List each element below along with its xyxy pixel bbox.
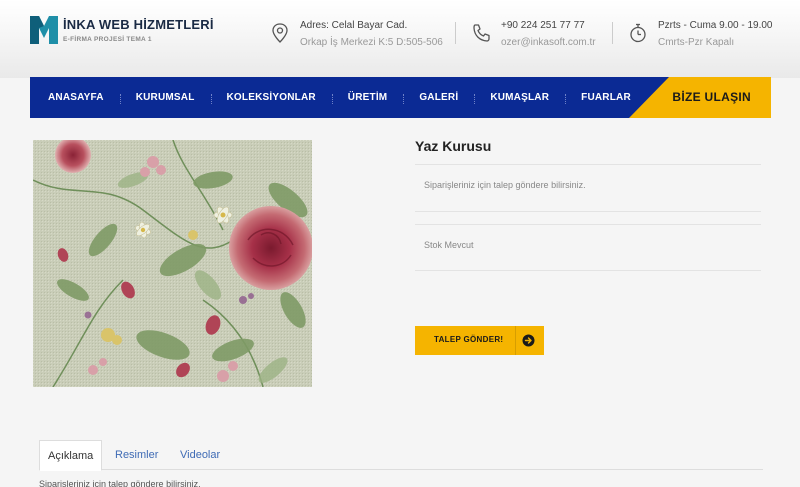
product-title: Yaz Kurusu [415,138,492,154]
address-line2: Orkap İş Merkezi K:5 D:505-506 [300,37,443,48]
brand-subtitle: E-FİRMA PROJESİ TEMA 1 [63,36,152,43]
tab-content-text: Siparişleriniz için talep göndere bilirs… [39,479,201,487]
map-pin-icon [272,23,288,43]
nav-item-koleksiyonlar[interactable]: KOLEKSİYONLAR [210,92,332,104]
tab-aciklama[interactable]: Açıklama [39,440,103,471]
nav-item-uretim[interactable]: ÜRETİM [331,92,404,104]
nav-item-fuarlar[interactable]: FUARLAR [565,92,647,104]
divider [415,211,761,212]
logo-icon [30,16,58,44]
brand-title: İNKA WEB HİZMETLERİ [63,17,214,32]
divider [415,270,761,271]
tab-resimler[interactable]: Resimler [107,440,166,470]
nav-item-anasayfa[interactable]: ANASAYFA [30,92,120,103]
product-description: Siparişleriniz için talep göndere bilirs… [424,180,586,190]
stopwatch-icon [630,23,646,43]
info-divider [455,22,456,44]
nav-menu: ANASAYFA KURUMSAL KOLEKSİYONLAR ÜRETİM G… [30,77,647,118]
nav-item-kurumsal[interactable]: KURUMSAL [119,92,211,104]
top-header: İNKA WEB HİZMETLERİ E-FİRMA PROJESİ TEMA… [0,0,800,78]
contact-us-button[interactable]: BİZE ULAŞIN [629,77,771,118]
hours-weekdays: Pzrts - Cuma 9.00 - 19.00 [658,20,773,31]
floral-fabric-image [33,140,312,387]
send-request-label: TALEP GÖNDER! [434,335,504,344]
stock-status: Stok Mevcut [424,240,474,250]
nav-item-galeri[interactable]: GALERİ [403,92,474,104]
button-divider [515,326,516,355]
divider [415,224,761,225]
brand-logo[interactable]: İNKA WEB HİZMETLERİ E-FİRMA PROJESİ TEMA… [30,16,213,50]
tab-videolar[interactable]: Videolar [172,440,228,470]
arrow-right-circle-icon [522,334,535,347]
contact-us-label: BİZE ULAŞIN [672,90,751,104]
info-divider [612,22,613,44]
product-image[interactable] [33,140,312,387]
hours-weekend: Cmrts-Pzr Kapalı [658,37,735,48]
phone-number[interactable]: +90 224 251 77 77 [501,20,585,31]
product-tabs: Açıklama Resimler Videolar [39,440,763,471]
phone-icon [473,24,490,42]
address-line1: Adres: Celal Bayar Cad. [300,20,408,31]
email-address[interactable]: ozer@inkasoft.com.tr [501,37,596,48]
nav-item-kumaslar[interactable]: KUMAŞLAR [474,92,565,104]
send-request-button[interactable]: TALEP GÖNDER! [415,326,544,355]
divider [415,164,761,165]
main-navbar: ANASAYFA KURUMSAL KOLEKSİYONLAR ÜRETİM G… [30,77,771,118]
